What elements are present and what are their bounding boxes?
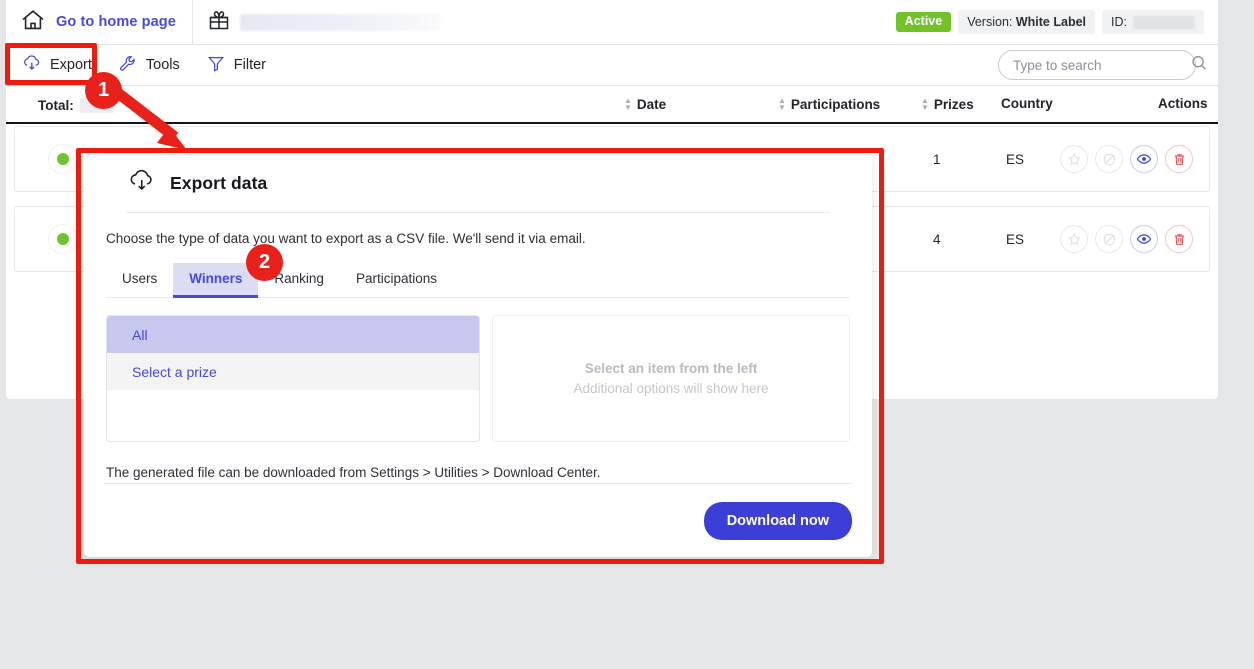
search-box[interactable] (998, 50, 1206, 80)
modal-note: The generated file can be downloaded fro… (106, 465, 601, 480)
status-dot-active (57, 233, 69, 245)
star-icon[interactable] (1060, 145, 1088, 173)
annotation-badge-one: 1 (85, 72, 122, 109)
top-bar-right: Active Version: White Label ID: (895, 10, 1218, 34)
gift-icon (207, 8, 231, 37)
modal-header: Export data (126, 155, 830, 213)
modal-description: Choose the type of data you want to expo… (106, 231, 586, 246)
search-input[interactable] (1013, 57, 1190, 73)
cell-country: ES (1006, 231, 1025, 247)
tab-participations[interactable]: Participations (340, 263, 453, 298)
options-list: All Select a prize (106, 315, 480, 442)
top-bar: Go to home page Active Version: White La… (6, 0, 1218, 45)
version-chip: Version: White Label (958, 10, 1096, 34)
home-link-label[interactable]: Go to home page (56, 14, 176, 30)
column-header-participations-label: Participations (790, 96, 881, 112)
status-dot-active (57, 153, 69, 165)
cell-country: ES (1006, 151, 1025, 167)
trash-icon[interactable] (1165, 225, 1193, 253)
column-header-prizes[interactable]: ▲ ▼ Prizes (921, 97, 974, 112)
sort-arrows-participations[interactable]: ▲ ▼ (778, 97, 786, 112)
search-icon[interactable] (1190, 54, 1208, 77)
modal-body: Choose the type of data you want to expo… (84, 213, 872, 480)
id-chip: ID: (1102, 10, 1204, 34)
modal-title: Export data (170, 173, 268, 193)
column-header-prizes-label: Prizes (933, 96, 974, 112)
details-pane-subtitle: Additional options will show here (573, 381, 769, 396)
filter-button-label: Filter (233, 57, 267, 73)
sort-arrows-date[interactable]: ▲ ▼ (624, 97, 632, 112)
status-ring (48, 224, 78, 254)
details-pane: Select an item from the left Additional … (492, 315, 850, 442)
modal-footer: Download now (104, 483, 852, 557)
column-header-country: Country (1001, 96, 1053, 111)
export-button-label: Export (50, 57, 92, 73)
tab-users[interactable]: Users (106, 263, 173, 298)
eye-icon[interactable] (1130, 145, 1158, 173)
download-now-button[interactable]: Download now (703, 501, 852, 540)
search-wrapper (998, 50, 1218, 80)
id-value-redacted (1133, 15, 1195, 29)
option-all[interactable]: All (107, 316, 479, 353)
cell-prizes: 1 (933, 151, 941, 167)
star-icon[interactable] (1060, 225, 1088, 253)
row-actions (1060, 145, 1193, 173)
status-badge: Active (895, 12, 952, 32)
tab-winners[interactable]: Winners (173, 263, 259, 298)
cloud-download-icon (128, 168, 156, 199)
campaign-name-redacted (239, 13, 440, 31)
tools-button[interactable]: Tools (118, 54, 180, 76)
export-tabs: Users Winners Ranking Participations (106, 263, 850, 298)
block-icon[interactable] (1095, 145, 1123, 173)
column-header-country-label: Country (1001, 96, 1053, 111)
export-data-modal: Export data Choose the type of data you … (84, 155, 872, 557)
total-label: Total: (38, 97, 74, 113)
trash-icon[interactable] (1165, 145, 1193, 173)
status-ring (48, 144, 78, 174)
column-header-participations[interactable]: ▲ ▼ Participations (778, 97, 880, 112)
table-header-row: Total: ▲ ▼ Date ▲ ▼ Participations ▲ ▼ Priz… (6, 86, 1218, 124)
block-icon[interactable] (1095, 225, 1123, 253)
sort-arrows-prizes[interactable]: ▲ ▼ (921, 97, 929, 112)
row-actions (1060, 225, 1193, 253)
selection-panes: All Select a prize Select an item from t… (106, 315, 850, 442)
column-header-actions: Actions (1158, 96, 1208, 111)
column-header-date-label: Date (636, 96, 667, 112)
version-value: White Label (1015, 15, 1087, 29)
cloud-download-icon (22, 54, 42, 76)
column-header-date[interactable]: ▲ ▼ Date (624, 97, 666, 112)
wrench-icon (118, 54, 138, 76)
details-pane-title: Select an item from the left (584, 361, 758, 376)
gift-group (193, 8, 440, 37)
option-select-a-prize[interactable]: Select a prize (107, 353, 479, 390)
action-toolbar: Export Tools Filter (6, 45, 1218, 86)
annotation-badge-two: 2 (246, 244, 283, 281)
funnel-icon (206, 54, 226, 76)
tools-button-label: Tools (145, 57, 180, 73)
filter-button[interactable]: Filter (206, 54, 266, 76)
column-header-actions-label: Actions (1158, 96, 1208, 111)
version-prefix: Version: (967, 15, 1013, 29)
home-icon (20, 8, 46, 37)
home-group[interactable]: Go to home page (6, 0, 193, 45)
cell-prizes: 4 (933, 231, 941, 247)
eye-icon[interactable] (1130, 225, 1158, 253)
id-label: ID: (1111, 15, 1127, 29)
export-button[interactable]: Export (22, 54, 92, 76)
app-root: Go to home page Active Version: White La… (0, 0, 1254, 669)
